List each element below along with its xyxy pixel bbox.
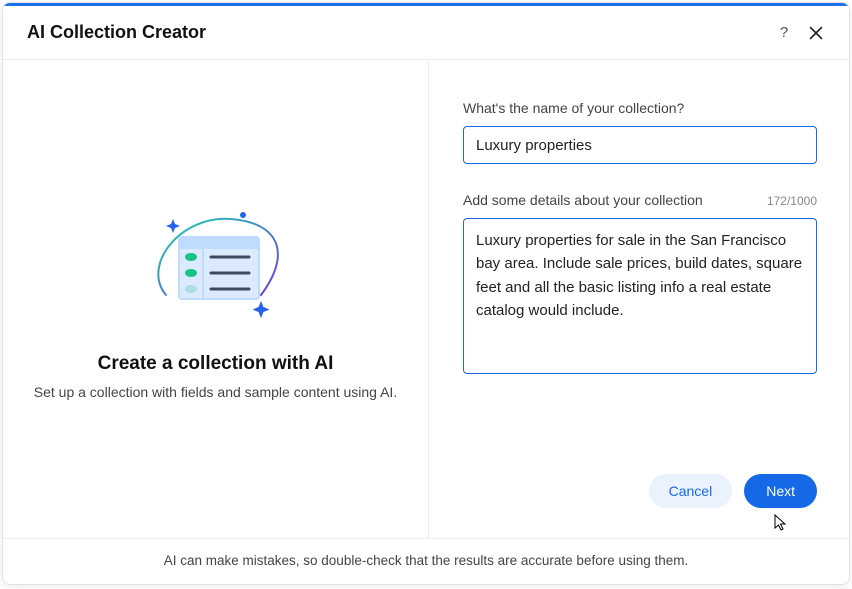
cancel-button[interactable]: Cancel — [649, 474, 733, 508]
modal-header: AI Collection Creator ? — [3, 6, 849, 60]
header-actions: ? — [775, 24, 825, 42]
collection-name-group: What's the name of your collection? — [463, 100, 817, 164]
form-actions: Cancel Next — [463, 474, 817, 518]
modal-title: AI Collection Creator — [27, 22, 206, 43]
collection-details-label: Add some details about your collection — [463, 192, 703, 208]
collection-details-group: Add some details about your collection 1… — [463, 192, 817, 379]
cursor-icon — [773, 514, 789, 532]
right-pane: What's the name of your collection? Add … — [429, 60, 849, 538]
footer-text: AI can make mistakes, so double-check th… — [164, 553, 689, 568]
help-icon[interactable]: ? — [775, 24, 793, 42]
modal-body: Create a collection with AI Set up a col… — [3, 60, 849, 538]
left-pane-subtitle: Set up a collection with fields and samp… — [34, 383, 397, 403]
left-pane: Create a collection with AI Set up a col… — [3, 60, 429, 538]
ai-collection-creator-modal: AI Collection Creator ? — [2, 2, 850, 585]
close-icon[interactable] — [807, 24, 825, 42]
modal-footer: AI can make mistakes, so double-check th… — [3, 538, 849, 584]
collection-details-textarea[interactable] — [463, 218, 817, 374]
collection-name-label: What's the name of your collection? — [463, 100, 684, 116]
char-count: 172/1000 — [767, 194, 817, 208]
left-pane-title: Create a collection with AI — [98, 353, 334, 375]
collection-name-input[interactable] — [463, 126, 817, 164]
next-button[interactable]: Next — [744, 474, 817, 508]
ai-collection-illustration-icon — [131, 195, 301, 335]
